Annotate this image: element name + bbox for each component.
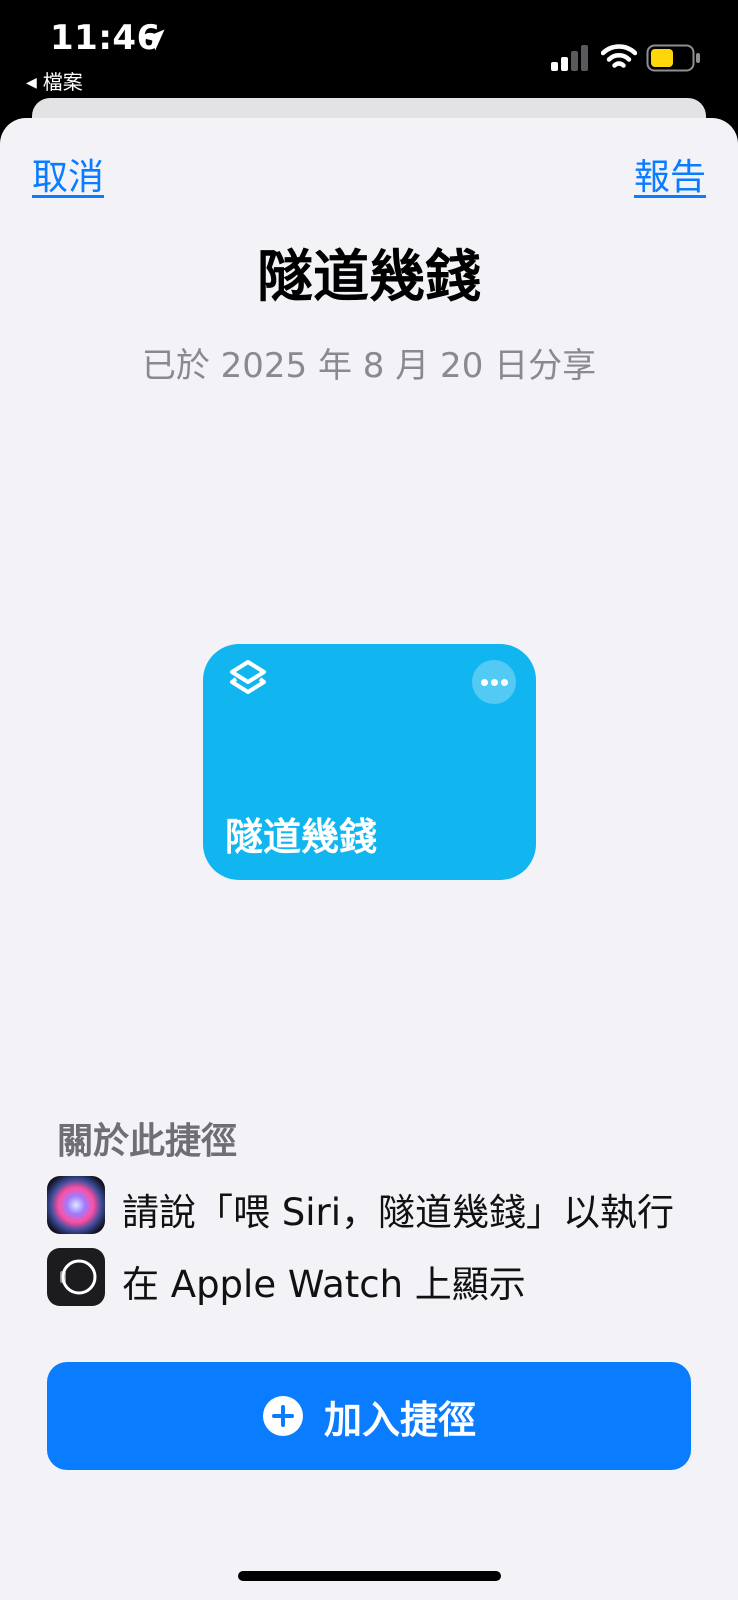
siri-phrase-text: 請說「喂 Siri，隧道幾錢」以執行 [122,1191,675,1234]
wifi-icon [601,44,637,68]
back-app-label: 檔案 [42,70,83,94]
add-shortcut-button[interactable]: 加入捷徑 [47,1362,691,1470]
add-shortcut-label: 加入捷徑 [323,1397,476,1442]
more-ellipsis-icon[interactable] [472,660,516,704]
back-triangle-icon: ◀ [26,75,37,91]
about-section-header: 關於此捷徑 [57,1121,238,1162]
apple-watch-icon [47,1248,105,1306]
shortcut-card[interactable]: 隧道幾錢 [203,644,536,880]
card-title: 隧道幾錢 [225,815,378,859]
shortcuts-layers-icon [230,660,266,694]
info-row-watch: 在 Apple Watch 上顯示 [47,1248,727,1308]
report-button[interactable]: 報告 [634,148,706,200]
home-indicator[interactable] [238,1571,501,1581]
shared-date: 已於 2025 年 8 月 20 日分享 [141,346,597,386]
location-arrow-icon [143,29,165,51]
shortcut-title: 隧道幾錢 [257,245,481,310]
info-row-siri: 請說「喂 Siri，隧道幾錢」以執行 [47,1176,727,1236]
battery-icon [646,44,700,72]
back-to-app-link[interactable]: ◀ 檔案 [26,66,83,95]
plus-circle-icon [262,1396,303,1436]
cancel-button[interactable]: 取消 [32,148,104,200]
siri-icon [47,1176,105,1234]
cellular-signal-icon [551,45,588,71]
watch-text: 在 Apple Watch 上顯示 [122,1263,526,1306]
